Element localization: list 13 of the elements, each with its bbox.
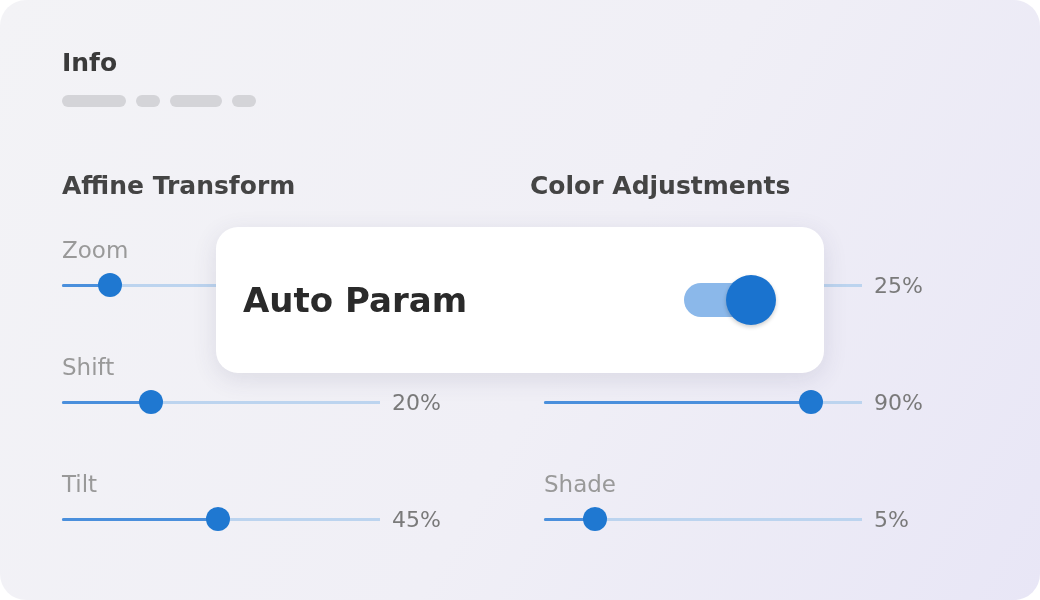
slider-value: 90% (874, 389, 923, 415)
toggle-label: Auto Param (243, 280, 468, 320)
slider-value: 20% (392, 389, 441, 415)
slider-label: Tilt (62, 470, 99, 499)
slider-label: Shift (62, 353, 116, 382)
slider-value: 25% (874, 272, 923, 298)
slider-label: Shade (544, 470, 618, 499)
info-title: Info (62, 48, 119, 77)
section-title: Affine Transform (62, 171, 297, 200)
slider-value: 45% (392, 506, 441, 532)
slider-label: Zoom (62, 236, 130, 265)
slider-value: 5% (874, 506, 909, 532)
section-title: Color Adjustments (530, 171, 792, 200)
